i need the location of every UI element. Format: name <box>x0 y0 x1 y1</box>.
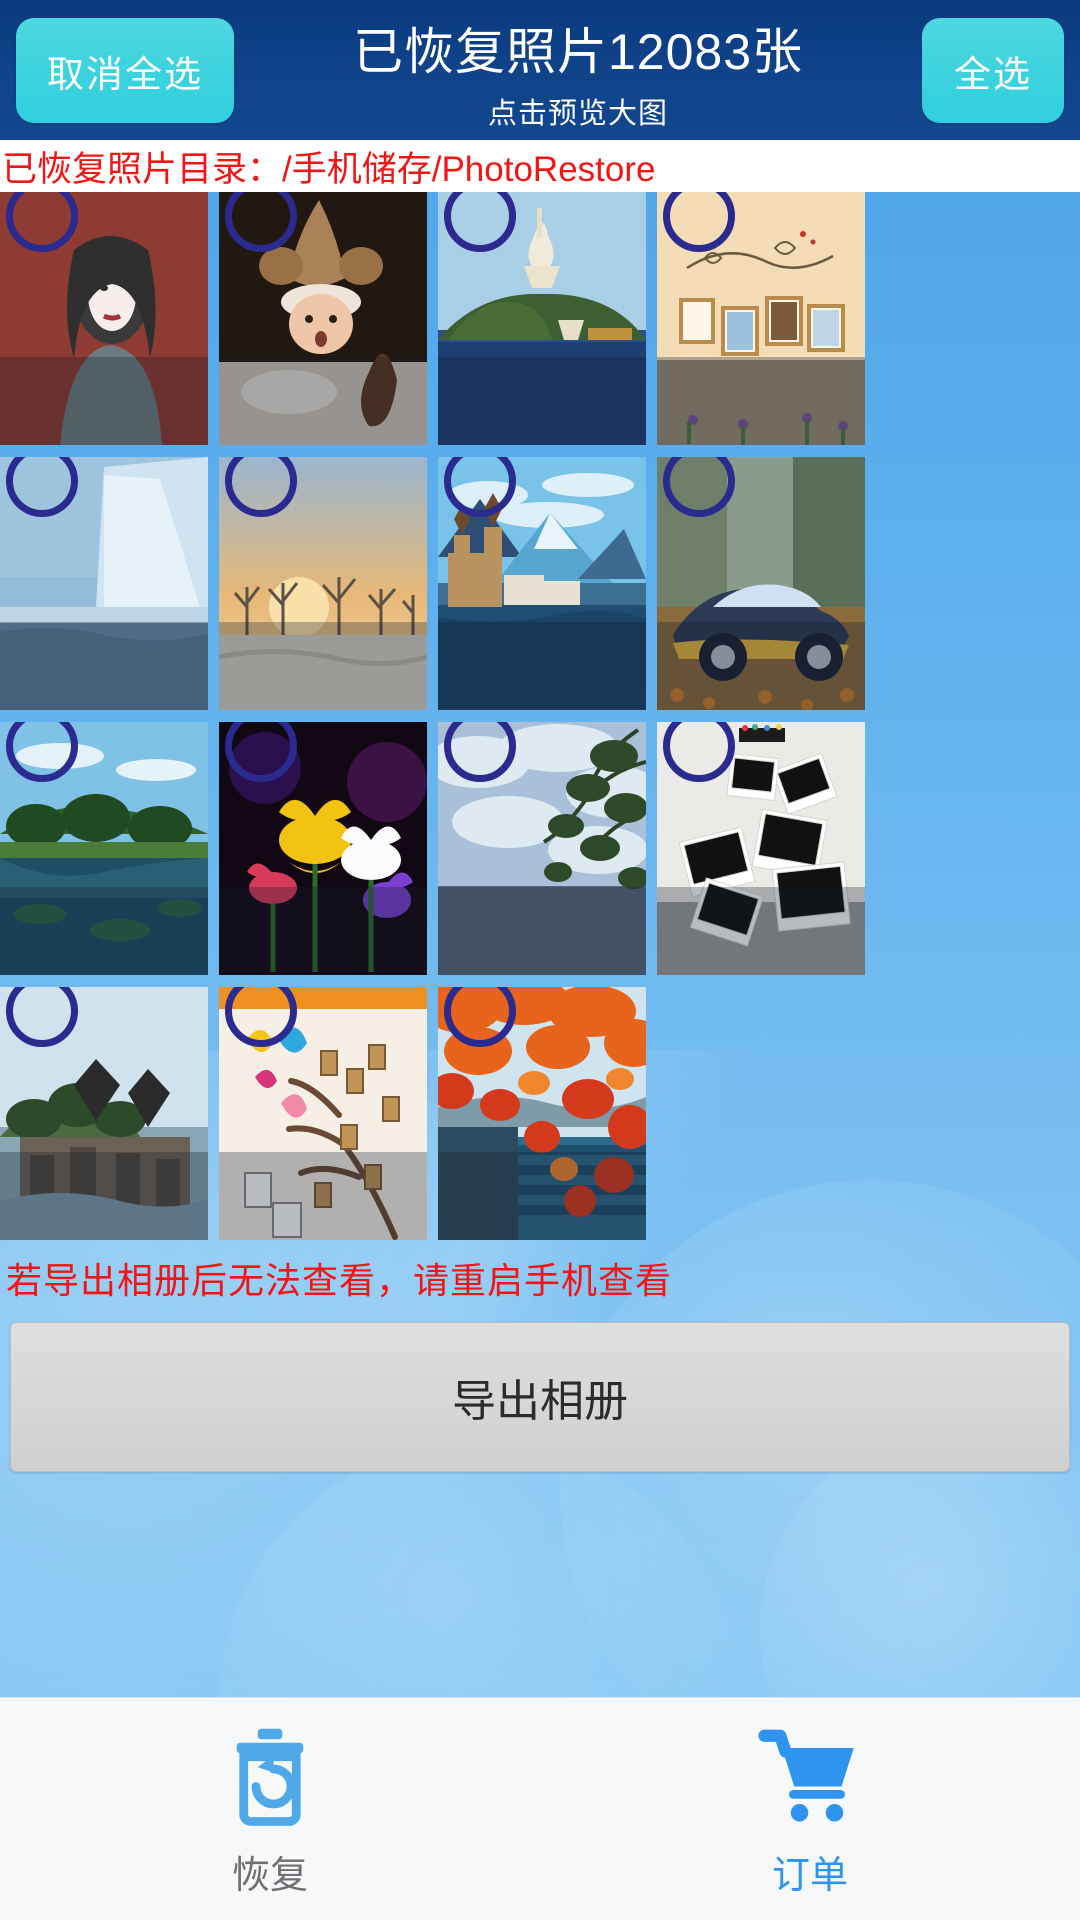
thumbnail-overlay-band <box>657 622 865 710</box>
thumbnail-overlay-band <box>219 622 427 710</box>
nav-label-order: 订单 <box>771 1854 848 1897</box>
photo-grid <box>0 192 1080 1240</box>
export-warning-text: 若导出相册后无法查看，请重启手机查看 <box>6 1260 673 1301</box>
photo-thumbnail[interactable] <box>219 987 427 1240</box>
thumbnail-overlay-band <box>0 1152 208 1240</box>
photo-thumbnail[interactable] <box>0 192 208 445</box>
thumbnail-overlay-band <box>219 357 427 445</box>
thumbnail-overlay-band <box>438 622 646 710</box>
thumbnail-overlay-band <box>0 622 208 710</box>
thumbnail-overlay-band <box>0 357 208 445</box>
photo-thumbnail[interactable] <box>657 457 865 710</box>
photo-thumbnail[interactable] <box>438 987 646 1240</box>
thumbnail-overlay-band <box>219 1152 427 1240</box>
nav-label-restore: 恢复 <box>231 1854 308 1897</box>
directory-path-text: 已恢复照片目录：/手机储存/PhotoRestore <box>2 149 656 189</box>
page-title: 已恢复照片12083张 <box>352 24 804 80</box>
photo-thumbnail[interactable] <box>0 457 208 710</box>
thumbnail-overlay-band <box>438 357 646 445</box>
photo-thumbnail[interactable] <box>219 192 427 445</box>
page-subtitle: 点击预览大图 <box>487 98 668 130</box>
photo-thumbnail[interactable] <box>219 722 427 975</box>
shopping-cart-icon <box>754 1720 866 1832</box>
export-album-button[interactable]: 导出相册 <box>10 1322 1070 1472</box>
thumbnail-overlay-band <box>438 1152 646 1240</box>
photo-thumbnail[interactable] <box>438 722 646 975</box>
nav-item-restore[interactable]: 恢复 <box>0 1698 540 1920</box>
thumbnail-overlay-band <box>0 887 208 975</box>
deselect-all-button[interactable]: 取消全选 <box>16 18 234 123</box>
thumbnail-overlay-band <box>219 887 427 975</box>
photo-thumbnail[interactable] <box>657 722 865 975</box>
photo-thumbnail[interactable] <box>0 987 208 1240</box>
thumbnail-overlay-band <box>657 887 865 975</box>
select-all-button[interactable]: 全选 <box>922 18 1064 123</box>
trash-restore-icon <box>214 1720 326 1832</box>
photo-thumbnail[interactable] <box>438 192 646 445</box>
app-root: 取消全选 已恢复照片12083张 点击预览大图 全选 已恢复照片目录：/手机储存… <box>0 0 1080 1920</box>
photo-thumbnail[interactable] <box>0 722 208 975</box>
app-header: 取消全选 已恢复照片12083张 点击预览大图 全选 <box>0 0 1080 140</box>
deselect-all-label: 取消全选 <box>47 53 203 95</box>
photo-thumbnail[interactable] <box>438 457 646 710</box>
export-album-label: 导出相册 <box>452 1377 628 1426</box>
thumbnail-overlay-band <box>657 357 865 445</box>
directory-notice-bar: 已恢复照片目录：/手机储存/PhotoRestore <box>0 140 1080 192</box>
header-title-block: 已恢复照片12083张 点击预览大图 <box>234 18 922 132</box>
thumbnail-overlay-band <box>438 887 646 975</box>
export-button-container: 导出相册 <box>0 1304 1080 1472</box>
bottom-navigation: 恢复 订单 <box>0 1697 1080 1920</box>
photo-thumbnail[interactable] <box>657 192 865 445</box>
select-all-label: 全选 <box>954 53 1032 95</box>
photo-thumbnail[interactable] <box>219 457 427 710</box>
nav-item-order[interactable]: 订单 <box>540 1698 1080 1920</box>
